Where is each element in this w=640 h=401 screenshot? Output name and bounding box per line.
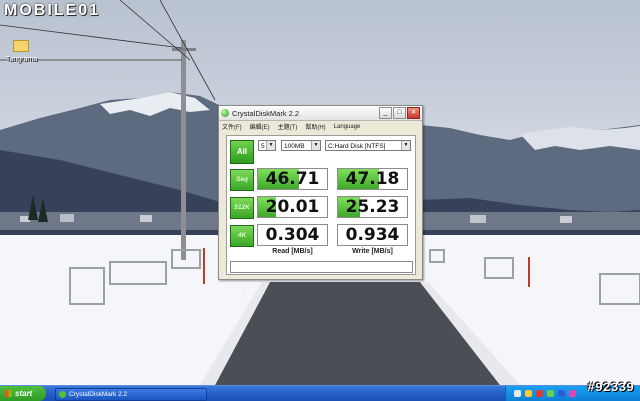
chevron-down-icon: ▼ — [401, 141, 410, 150]
chevron-down-icon: ▼ — [266, 141, 275, 150]
desktop-folder-shortcut[interactable]: Tangrama — [6, 40, 38, 63]
write-column-header: Write [MB/s] — [352, 248, 393, 255]
4k-test-button[interactable]: 4K — [230, 225, 254, 247]
seq-write-value: 47.18 — [337, 168, 408, 190]
seq-write-text: 47.18 — [345, 169, 400, 189]
512k-write-value: 25.23 — [337, 196, 408, 218]
menu-file[interactable]: 文件(F) — [222, 122, 242, 131]
chevron-down-icon: ▼ — [311, 141, 320, 150]
desktop: MOBILE01 Tangrama CrystalDiskMark 2.2 _ … — [0, 0, 640, 385]
4k-read-value: 0.304 — [257, 224, 328, 246]
benchmark-panel: All 5 ▼ 100MB ▼ C:Hard Disk [NTFS] ▼ Seq… — [226, 135, 416, 275]
window-title: CrystalDiskMark 2.2 — [232, 108, 300, 118]
test-size-select[interactable]: 100MB ▼ — [281, 140, 321, 151]
menu-theme[interactable]: 主題(T) — [278, 122, 298, 131]
runs-select[interactable]: 5 ▼ — [258, 140, 276, 151]
menu-help[interactable]: 幫助(H) — [305, 122, 325, 131]
folder-icon — [13, 40, 29, 52]
run-all-button[interactable]: All — [230, 140, 254, 164]
warning-icon[interactable] — [525, 390, 532, 397]
start-button[interactable]: start — [0, 386, 46, 401]
drive-value: C:Hard Disk [NTFS] — [328, 143, 386, 150]
close-button[interactable]: × — [407, 107, 420, 119]
seq-test-button[interactable]: Seq — [230, 169, 254, 191]
watermark-id: #92339 — [587, 380, 634, 395]
read-column-header: Read [MB/s] — [272, 248, 313, 255]
volume-icon[interactable] — [558, 390, 565, 397]
tray-icon[interactable] — [569, 390, 576, 397]
taskbar-task-crystaldiskmark[interactable]: CrystalDiskMark 2.2 — [55, 388, 207, 401]
title-bar[interactable]: CrystalDiskMark 2.2 _ □ × — [219, 106, 422, 121]
task-label: CrystalDiskMark 2.2 — [69, 391, 128, 398]
menu-edit[interactable]: 編輯(E) — [250, 122, 270, 131]
brand-logo: MOBILE01 — [4, 2, 101, 19]
maximize-button[interactable]: □ — [393, 107, 406, 119]
network-icon[interactable] — [514, 390, 521, 397]
4k-write-text: 0.934 — [345, 225, 400, 245]
crystaldiskmark-window: CrystalDiskMark 2.2 _ □ × 文件(F) 編輯(E) 主題… — [218, 105, 423, 280]
menu-language[interactable]: Language — [334, 124, 361, 130]
start-label: start — [15, 389, 33, 398]
seq-read-text: 46.71 — [265, 169, 320, 189]
security-icon[interactable] — [536, 390, 543, 397]
menu-bar: 文件(F) 編輯(E) 主題(T) 幫助(H) Language — [219, 121, 422, 132]
app-tray-icon[interactable] — [547, 390, 554, 397]
desktop-icon-label: Tangrama — [6, 56, 38, 63]
comment-field[interactable] — [230, 261, 413, 273]
drive-select[interactable]: C:Hard Disk [NTFS] ▼ — [325, 140, 411, 151]
4k-read-text: 0.304 — [265, 225, 320, 245]
test-size-value: 100MB — [284, 143, 305, 150]
app-icon — [221, 109, 229, 117]
runs-value: 5 — [261, 143, 265, 150]
taskbar: start CrystalDiskMark 2.2 — [0, 385, 640, 401]
seq-read-value: 46.71 — [257, 168, 328, 190]
4k-write-value: 0.934 — [337, 224, 408, 246]
512k-read-value: 20.01 — [257, 196, 328, 218]
512k-test-button[interactable]: 512K — [230, 197, 254, 219]
windows-logo-icon — [5, 390, 12, 398]
app-icon — [59, 390, 66, 398]
512k-read-text: 20.01 — [265, 197, 320, 217]
minimize-button[interactable]: _ — [379, 107, 392, 119]
512k-write-text: 25.23 — [345, 197, 400, 217]
